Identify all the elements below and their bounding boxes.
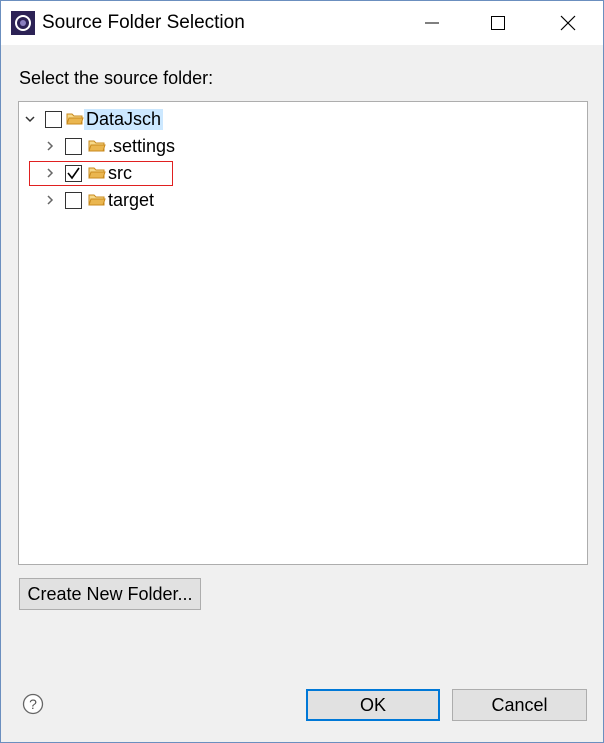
tree-item-target[interactable]: target (43, 187, 156, 213)
ok-button[interactable]: OK (306, 689, 440, 721)
tree-item-checkbox-checked[interactable] (65, 164, 82, 182)
chevron-right-icon[interactable] (43, 139, 57, 153)
folder-icon (88, 167, 106, 179)
tree-item-checkbox[interactable] (45, 110, 62, 128)
maximize-icon (491, 16, 505, 30)
tree-item-label: .settings (108, 135, 176, 156)
tree-item-checkbox[interactable] (65, 137, 82, 155)
folder-tree[interactable]: DataJsch .settings src target (18, 101, 588, 565)
chevron-right-icon[interactable] (43, 166, 57, 180)
tree-item-checkbox[interactable] (65, 191, 82, 209)
tree-item-label: src (108, 162, 132, 183)
chevron-right-icon[interactable] (43, 193, 57, 207)
dialog-prompt: Select the source folder: (19, 68, 214, 88)
title-bar: Source Folder Selection (1, 1, 603, 45)
cancel-button[interactable]: Cancel (452, 689, 587, 721)
window-title: Source Folder Selection (42, 12, 245, 33)
close-button[interactable] (545, 1, 591, 45)
tree-item-src[interactable]: src (43, 160, 134, 186)
open-project-folder-icon (66, 113, 84, 125)
tree-item-label: DataJsch (84, 108, 164, 130)
create-new-folder-button[interactable]: Create New Folder... (19, 578, 201, 610)
folder-icon (88, 140, 106, 152)
svg-text:?: ? (29, 696, 37, 712)
tree-item-label: target (108, 189, 155, 210)
checkmark-icon (67, 167, 80, 179)
minimize-icon (425, 22, 439, 24)
help-icon[interactable]: ? (22, 693, 44, 715)
close-icon (560, 15, 576, 31)
eclipse-app-icon (11, 11, 35, 35)
tree-item-settings[interactable]: .settings (43, 133, 177, 159)
minimize-button[interactable] (409, 1, 455, 45)
tree-item-datajsch[interactable]: DataJsch (23, 106, 164, 132)
dialog-window: Source Folder Selection Select the sourc… (0, 0, 604, 743)
folder-icon (88, 194, 106, 206)
chevron-down-icon[interactable] (23, 112, 37, 126)
maximize-button[interactable] (475, 1, 521, 45)
